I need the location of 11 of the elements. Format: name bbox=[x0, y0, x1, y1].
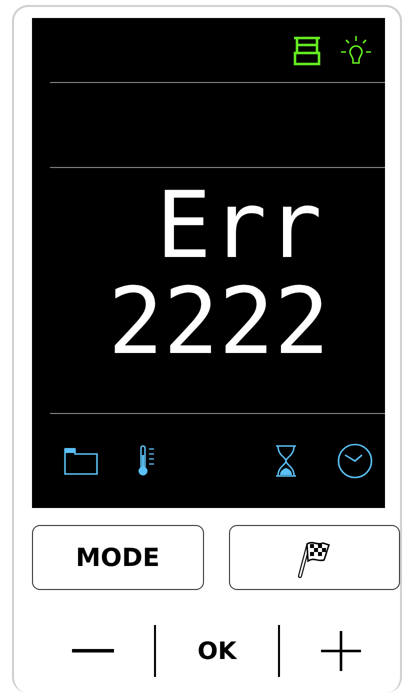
clock-icon bbox=[337, 443, 373, 479]
folder-icon bbox=[64, 447, 98, 475]
minus-icon bbox=[72, 649, 114, 653]
stacked-layers-icon bbox=[293, 36, 321, 68]
flag-button[interactable] bbox=[228, 525, 400, 590]
error-number-text: 2222 bbox=[107, 274, 331, 370]
mode-button[interactable]: MODE bbox=[32, 525, 204, 590]
plus-icon bbox=[321, 631, 361, 671]
error-code-text: Err bbox=[155, 178, 324, 274]
hourglass-icon bbox=[275, 445, 297, 477]
ok-button[interactable]: OK bbox=[167, 626, 267, 676]
